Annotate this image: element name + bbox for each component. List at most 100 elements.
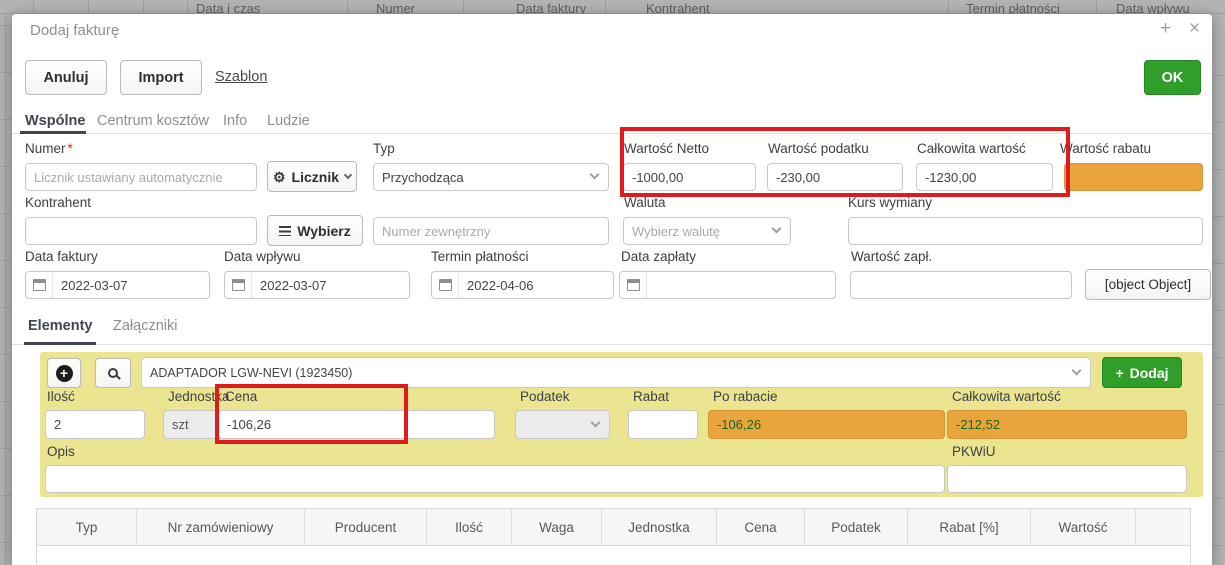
template-link[interactable]: Szablon [215, 69, 267, 85]
column-header-empty [1135, 509, 1190, 545]
divider [187, 0, 188, 14]
divider [143, 0, 144, 14]
column-header-podatek: Podatek [804, 509, 907, 545]
data-wplywu-input[interactable] [224, 271, 410, 299]
calkowita-wartosc-input[interactable] [916, 163, 1053, 191]
divider [33, 0, 34, 14]
kurs-wymiany-input[interactable] [848, 217, 1203, 245]
divider [463, 0, 464, 14]
typ-select[interactable]: Przychodząca [373, 163, 609, 191]
pkwiu-label: PKWiU [952, 444, 996, 459]
wartosc-netto-input[interactable] [623, 163, 756, 191]
tab-info[interactable]: Info [223, 113, 247, 129]
chevron-down-icon [591, 417, 601, 427]
column-header-producent: Producent [304, 509, 426, 545]
divider [1096, 0, 1097, 14]
divider [88, 0, 89, 14]
licznik-button-label: Licznik [292, 169, 339, 185]
calkowita-wartosc-label: Całkowita wartość [917, 141, 1026, 156]
ok-button[interactable]: OK [1144, 60, 1201, 95]
data-wplywu-label: Data wpływu [224, 249, 301, 264]
import-button[interactable]: Import [120, 60, 202, 95]
wartosc-rabatu-input[interactable] [1064, 163, 1203, 191]
column-header-typ: Typ [37, 509, 136, 545]
chevron-down-icon [344, 171, 352, 179]
po-rabacie-input[interactable] [708, 410, 945, 439]
podatek-select[interactable] [515, 410, 610, 439]
tab-ludzie[interactable]: Ludzie [267, 113, 310, 129]
tab-centrum-kosztow[interactable]: Centrum kosztów [97, 113, 209, 129]
pkwiu-input[interactable] [947, 465, 1187, 493]
dialog-title: Dodaj fakturę [30, 22, 119, 39]
cancel-button[interactable]: Anuluj [25, 60, 107, 95]
column-header-jednostka: Jednostka [601, 509, 716, 545]
background-table-header: Data i czas Numer Data faktury Kontrahen… [0, 0, 1225, 14]
dodaj-button[interactable]: + Dodaj [1102, 357, 1182, 388]
circle-plus-icon: + [56, 365, 73, 382]
typ-label: Typ [373, 141, 395, 156]
tab-zalaczniki[interactable]: Załączniki [113, 318, 177, 334]
chevron-down-icon [590, 170, 600, 180]
zaplac-wszystko-button[interactable]: [object Object] [1085, 269, 1211, 300]
termin-platnosci-input[interactable] [431, 271, 614, 299]
add-element-button[interactable]: + [47, 358, 81, 388]
wartosc-zapl-input[interactable] [850, 271, 1072, 299]
list-icon [279, 226, 291, 236]
calendar-icon [26, 272, 53, 298]
chevron-down-icon [1072, 365, 1082, 375]
order-items-table-body [37, 546, 1190, 565]
numer-zewnetrzny-input[interactable] [373, 217, 609, 245]
waluta-select[interactable]: Wybierz walutę [623, 217, 791, 245]
numer-label: Numer* [25, 141, 73, 156]
rabat-input[interactable] [628, 410, 698, 439]
background-right-edge [1212, 14, 1225, 565]
required-asterisk: * [68, 141, 73, 156]
ilosc-input[interactable] [45, 410, 145, 439]
calkowita-wartosc-item-label: Całkowita wartość [952, 389, 1061, 404]
column-header-wartosc: Wartość [1030, 509, 1135, 545]
opis-input[interactable] [45, 465, 945, 493]
wartosc-podatku-label: Wartość podatku [768, 141, 869, 156]
wartosc-podatku-input[interactable] [767, 163, 903, 191]
wartosc-zapl-label: Wartość zapł. [851, 249, 932, 264]
column-header-nr-zamowieniowy: Nr zamówieniowy [136, 509, 304, 545]
chevron-down-icon [772, 224, 782, 234]
ilosc-label: Ilość [47, 389, 75, 404]
kontrahent-label: Kontrahent [25, 195, 91, 210]
data-zaplaty-input[interactable] [619, 271, 836, 299]
divider [948, 0, 949, 14]
jednostka-label: Jednostka [168, 389, 230, 404]
numer-input[interactable] [25, 163, 257, 191]
active-section-tab-indicator [24, 342, 96, 345]
tab-elementy[interactable]: Elementy [28, 318, 92, 334]
wybierz-button-label: Wybierz [297, 223, 350, 239]
wartosc-netto-label: Wartość Netto [624, 141, 709, 156]
cena-input[interactable] [218, 410, 495, 439]
licznik-button[interactable]: ⚙ Licznik [267, 161, 357, 192]
rabat-label: Rabat [633, 389, 669, 404]
termin-platnosci-label: Termin płatności [431, 249, 529, 264]
data-faktury-input[interactable] [25, 271, 210, 299]
window-plus-icon[interactable]: + [1160, 18, 1171, 40]
section-tabs-divider [12, 344, 1212, 345]
data-zaplaty-label: Data zapłaty [621, 249, 696, 264]
search-product-button[interactable] [95, 358, 131, 388]
column-header-cena: Cena [716, 509, 804, 545]
window-close-icon[interactable]: × [1189, 18, 1200, 40]
divider [347, 0, 348, 14]
wartosc-rabatu-label: Wartość rabatu [1060, 141, 1151, 156]
kurs-wymiany-label: Kurs wymiany [848, 195, 932, 210]
calkowita-wartosc-item-input[interactable] [947, 410, 1187, 439]
background-left-edge [0, 14, 12, 565]
calendar-icon [620, 272, 647, 298]
tab-wspolne[interactable]: Wspólne [25, 113, 85, 129]
gear-icon: ⚙ [273, 170, 286, 184]
product-select[interactable]: ADAPTADOR LGW-NEVI (1923450) [141, 357, 1091, 388]
kontrahent-input[interactable] [25, 217, 257, 245]
po-rabacie-label: Po rabacie [713, 389, 778, 404]
invoice-elements-panel: + ADAPTADOR LGW-NEVI (1923450) + Dodaj I… [40, 352, 1203, 497]
opis-label: Opis [47, 444, 75, 459]
column-header-rabat: Rabat [%] [907, 509, 1030, 545]
podatek-label: Podatek [520, 389, 570, 404]
wybierz-button[interactable]: Wybierz [267, 215, 363, 246]
